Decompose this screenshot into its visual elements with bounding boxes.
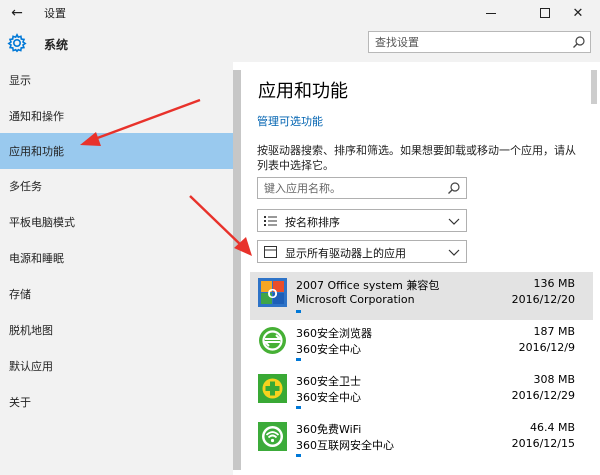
- search-icon[interactable]: [572, 35, 586, 49]
- app-date: 2016/12/29: [511, 389, 575, 402]
- sidebar-item-label: 应用和功能: [9, 145, 64, 158]
- app-list-item[interactable]: O 2007 Office system 兼容包 Microsoft Corpo…: [250, 272, 593, 320]
- app-search-input[interactable]: [264, 181, 444, 196]
- 360-wifi-icon: [258, 422, 287, 451]
- sidebar-item-tablet-mode[interactable]: 平板电脑模式: [0, 204, 233, 240]
- sidebar-item-label: 显示: [9, 74, 31, 87]
- sidebar-item-label: 电源和睡眠: [9, 252, 64, 265]
- app-size: 136 MB: [533, 277, 575, 290]
- sort-list-icon: [264, 216, 277, 226]
- sidebar: 显示 通知和操作 应用和功能 多任务 平板电脑模式 电源和睡眠 存储 脱机地图 …: [0, 62, 233, 475]
- maximize-icon: [540, 8, 550, 18]
- app-name: 2007 Office system 兼容包: [296, 279, 440, 292]
- minimize-icon: [486, 12, 496, 14]
- sidebar-item-multitasking[interactable]: 多任务: [0, 168, 233, 204]
- settings-search-input[interactable]: [375, 34, 565, 50]
- gear-icon: [7, 33, 27, 53]
- sidebar-item-offline-maps[interactable]: 脱机地图: [0, 312, 233, 348]
- sidebar-item-label: 存储: [9, 288, 31, 301]
- sidebar-item-default-apps[interactable]: 默认应用: [0, 348, 233, 384]
- sidebar-item-label: 关于: [9, 396, 31, 409]
- app-publisher: 360安全中心: [296, 391, 361, 404]
- app-usage-bar: [296, 454, 301, 457]
- app-list-item[interactable]: 360安全浏览器 360安全中心 187 MB 2016/12/9: [250, 320, 593, 368]
- app-publisher: 360安全中心: [296, 343, 361, 356]
- sidebar-scrollbar[interactable]: [233, 70, 241, 470]
- app-size: 308 MB: [533, 373, 575, 386]
- scrollbar-thumb[interactable]: [591, 70, 597, 104]
- app-date: 2016/12/15: [511, 437, 575, 450]
- sidebar-item-notifications[interactable]: 通知和操作: [0, 98, 233, 134]
- sidebar-item-label: 默认应用: [9, 360, 53, 373]
- sidebar-item-power-sleep[interactable]: 电源和睡眠: [0, 240, 233, 276]
- drive-icon: [264, 246, 277, 258]
- app-size: 46.4 MB: [529, 421, 575, 434]
- close-button[interactable]: ✕: [556, 0, 600, 26]
- minimize-button[interactable]: [468, 0, 514, 26]
- drive-filter-label: 显示所有驱动器上的应用: [285, 247, 406, 260]
- sidebar-item-label: 多任务: [9, 180, 42, 193]
- app-name: 360安全卫士: [296, 375, 361, 388]
- app-search-box[interactable]: [257, 177, 467, 199]
- sidebar-item-display[interactable]: 显示: [0, 62, 233, 98]
- app-name: 360免费WiFi: [296, 423, 362, 436]
- sidebar-item-about[interactable]: 关于: [0, 384, 233, 420]
- settings-search-box[interactable]: [368, 31, 591, 53]
- drive-filter-dropdown[interactable]: 显示所有驱动器上的应用: [257, 240, 467, 263]
- sidebar-item-label: 通知和操作: [9, 110, 64, 123]
- sidebar-item-label: 平板电脑模式: [9, 216, 75, 229]
- sort-dropdown[interactable]: 按名称排序: [257, 209, 467, 232]
- office-compat-icon: O: [258, 278, 287, 307]
- app-name: 360安全浏览器: [296, 327, 372, 340]
- 360-browser-icon: [259, 327, 286, 354]
- search-icon[interactable]: [447, 181, 461, 195]
- title-bar: ← 设置 ✕: [0, 0, 600, 26]
- page-title: 应用和功能: [258, 81, 348, 102]
- app-date: 2016/12/20: [511, 293, 575, 306]
- chevron-down-icon: [448, 249, 460, 256]
- app-size: 187 MB: [533, 325, 575, 338]
- manage-optional-features-link[interactable]: 管理可选功能: [257, 113, 323, 129]
- app-date: 2016/12/9: [518, 341, 575, 354]
- settings-header: 系统: [0, 26, 600, 62]
- page-description: 按驱动器搜索、排序和筛选。如果想要卸载或移动一个应用，请从列表中选择它。: [257, 144, 576, 172]
- main-panel: 应用和功能 管理可选功能 按驱动器搜索、排序和筛选。如果想要卸载或移动一个应用，…: [233, 62, 600, 475]
- back-button[interactable]: ←: [6, 3, 28, 23]
- app-list-item[interactable]: 360免费WiFi 360互联网安全中心 46.4 MB 2016/12/15: [250, 416, 593, 464]
- app-publisher: Microsoft Corporation: [296, 293, 415, 306]
- app-usage-bar: [296, 310, 301, 313]
- back-arrow-icon: ←: [11, 5, 23, 21]
- 360-guard-icon: [258, 374, 287, 403]
- app-list-item[interactable]: 360安全卫士 360安全中心 308 MB 2016/12/29: [250, 368, 593, 416]
- sidebar-item-storage[interactable]: 存储: [0, 276, 233, 312]
- sidebar-item-label: 脱机地图: [9, 324, 53, 337]
- section-title: 系统: [44, 38, 69, 52]
- window-title: 设置: [44, 7, 66, 20]
- svg-text:O: O: [267, 286, 277, 301]
- chevron-down-icon: [448, 218, 460, 225]
- sidebar-item-apps-features[interactable]: 应用和功能: [0, 133, 233, 169]
- app-usage-bar: [296, 406, 301, 409]
- close-icon: ✕: [572, 5, 584, 21]
- app-usage-bar: [296, 358, 301, 361]
- sort-dropdown-label: 按名称排序: [285, 216, 340, 229]
- app-publisher: 360互联网安全中心: [296, 439, 394, 452]
